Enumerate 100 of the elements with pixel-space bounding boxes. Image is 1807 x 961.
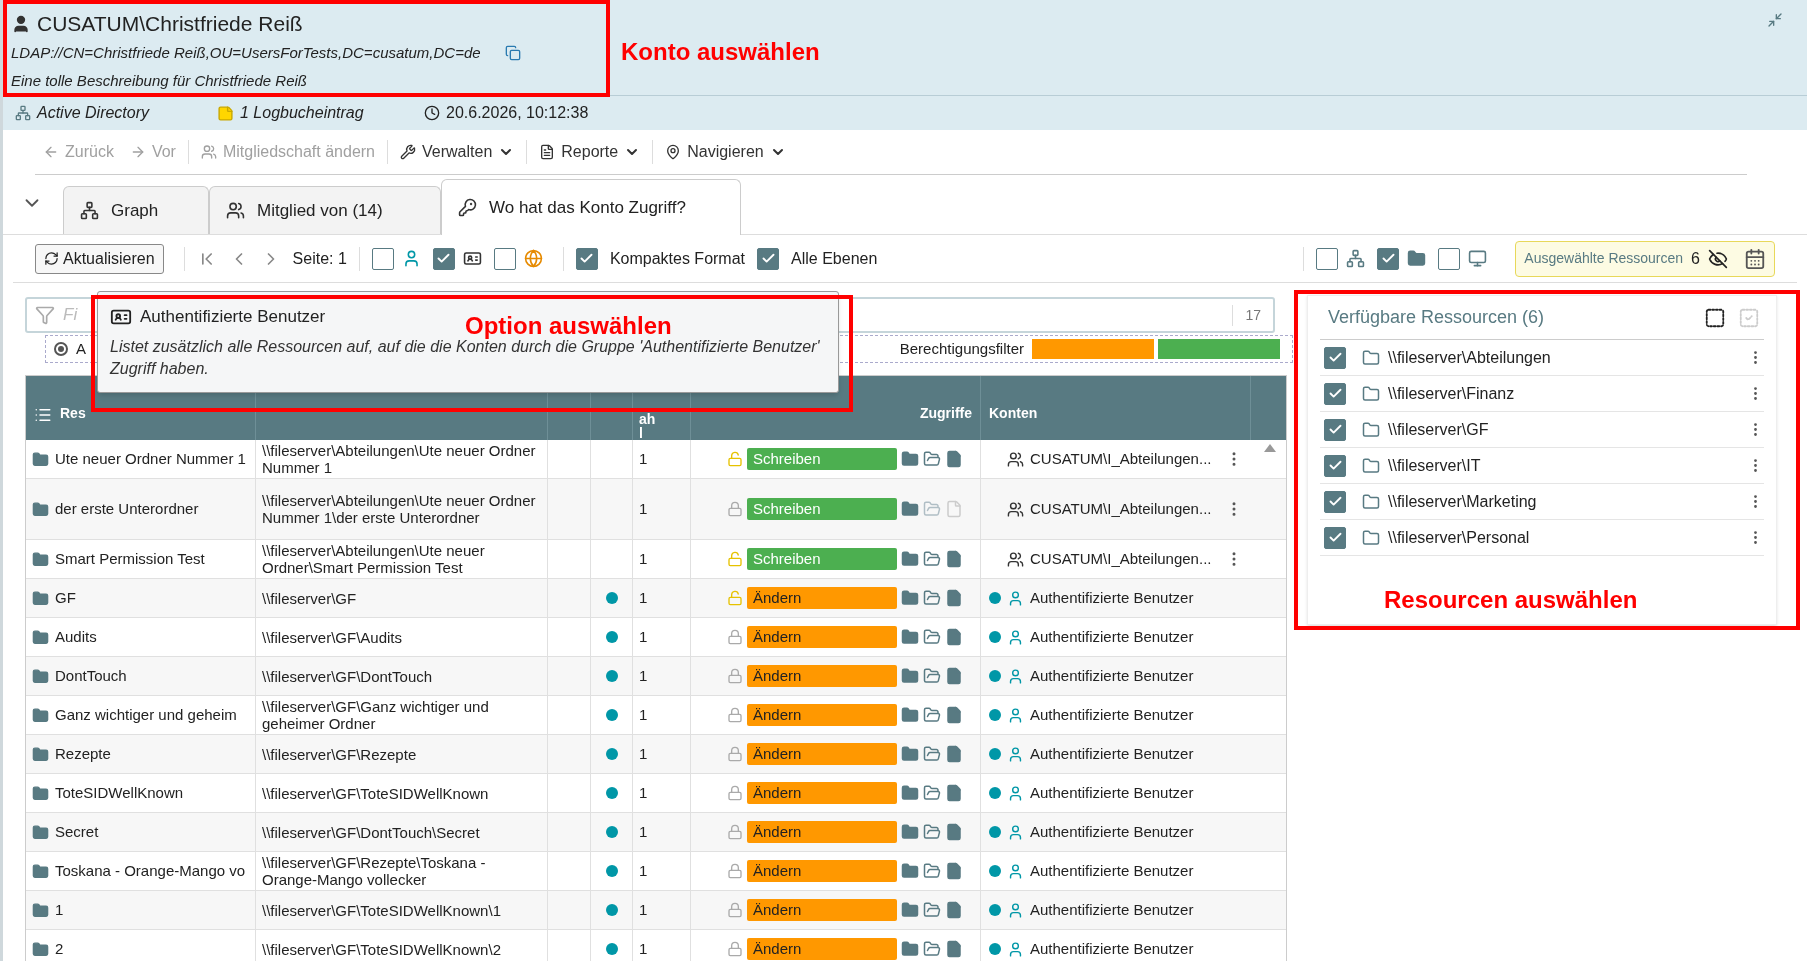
- resource-label: \\fileserver\Finanz: [1388, 383, 1515, 404]
- users-icon: [1007, 450, 1024, 468]
- count-text: 1: [639, 860, 648, 881]
- checkbox[interactable]: [1324, 346, 1346, 369]
- description-text: Eine tolle Beschreibung für Christfriede Reiß: [11, 71, 308, 91]
- path-text: \\fileserver\GF\DontTouch\Secret: [262, 823, 480, 841]
- radio-button[interactable]: [54, 342, 68, 356]
- file-icon: [945, 550, 963, 568]
- resource-item[interactable]: \\fileserver\Abteilungen: [1320, 340, 1764, 376]
- users-icon: [1007, 500, 1024, 518]
- resource-name: Audits: [55, 626, 97, 647]
- access-bar: Ändern: [747, 938, 897, 960]
- checkbox[interactable]: [432, 247, 455, 270]
- resource-item[interactable]: \\fileserver\Marketing: [1320, 484, 1764, 520]
- badge-label: Ausgewählte Ressourcen: [1524, 249, 1684, 268]
- file-icon: [945, 450, 963, 468]
- tab[interactable]: Mitglied von (14): [209, 186, 441, 234]
- arrow-left-icon: [43, 144, 59, 160]
- collapse-icon[interactable]: [1767, 12, 1783, 28]
- tab[interactable]: Graph: [63, 186, 209, 234]
- account-title: CUSATUM\Christfriede Reiß: [37, 11, 303, 37]
- account-name: Authentifizierte Benutzer: [1030, 743, 1194, 764]
- resource-item[interactable]: \\fileserver\GF: [1320, 412, 1764, 448]
- select-all-icon[interactable]: [1704, 306, 1726, 329]
- count-text: 1: [639, 548, 648, 569]
- resource-item[interactable]: \\fileserver\IT: [1320, 448, 1764, 484]
- tooltip-title: Authentifizierte Benutzer: [140, 306, 326, 328]
- user-icon: [1007, 862, 1024, 880]
- checkbox[interactable]: [757, 247, 780, 270]
- folder-icon: [32, 823, 49, 841]
- monitor-icon: [1468, 249, 1488, 268]
- id-card-icon: [462, 249, 482, 268]
- count-text: 1: [639, 782, 648, 803]
- account-name: Authentifizierte Benutzer: [1030, 665, 1194, 686]
- checkbox[interactable]: [1324, 490, 1346, 513]
- eye-off-icon[interactable]: [1708, 248, 1728, 269]
- timestamp-text: 20.6.2026, 10:12:38: [446, 103, 589, 123]
- checkbox[interactable]: [1324, 526, 1346, 549]
- toolbar-button[interactable]: Reporte: [531, 140, 649, 164]
- count-text: 1: [639, 587, 648, 608]
- account-name: Authentifizierte Benutzer: [1030, 704, 1194, 725]
- list-icon: [34, 406, 52, 424]
- resource-item[interactable]: \\fileserver\Personal: [1320, 520, 1764, 556]
- check-icon: [1327, 494, 1343, 509]
- resource-name: Ganz wichtiger und geheim: [55, 704, 237, 725]
- checkbox[interactable]: [1377, 247, 1400, 270]
- resource-name: der erste Unterordner: [55, 498, 199, 519]
- scroll-up-icon[interactable]: [1263, 444, 1276, 452]
- refresh-icon: [44, 251, 59, 266]
- checkbox[interactable]: [1438, 247, 1461, 270]
- resource-label: \\fileserver\Abteilungen: [1388, 347, 1551, 368]
- count-text: 1: [639, 899, 648, 920]
- column-header: Res: [60, 404, 86, 423]
- selected-resources-badge[interactable]: Ausgewählte Ressourcen 6: [1515, 240, 1775, 277]
- checkbox[interactable]: [1324, 382, 1346, 405]
- folder-icon: [32, 862, 49, 880]
- copy-icon[interactable]: [504, 44, 521, 61]
- annotation-label: Konto auswählen: [621, 37, 820, 67]
- checkbox-label: Alle Ebenen: [791, 248, 878, 269]
- annotation-label: Resourcen auswählen: [1384, 585, 1638, 615]
- folder-icon: [901, 589, 919, 607]
- check-icon: [1327, 458, 1343, 473]
- wrench-icon: [400, 144, 416, 160]
- resource-item[interactable]: \\fileserver\Finanz: [1320, 376, 1764, 412]
- resource-name: 1: [55, 899, 64, 920]
- folder-icon: [32, 940, 49, 958]
- folder-icon: [32, 745, 49, 763]
- folder-icon: [32, 784, 49, 802]
- folder-icon: [1407, 249, 1427, 268]
- refresh-button[interactable]: Aktualisieren: [35, 243, 164, 274]
- folder-icon: [32, 901, 49, 919]
- checkbox[interactable]: [493, 247, 516, 270]
- access-bar: Ändern: [747, 704, 897, 726]
- resource-name: DontTouch: [55, 665, 127, 686]
- tab[interactable]: Wo hat das Konto Zugriff?: [441, 179, 741, 235]
- resource-name: GF: [55, 587, 76, 608]
- checkbox[interactable]: [575, 247, 598, 270]
- toolbar-button[interactable]: Navigieren: [657, 140, 794, 164]
- folder-icon: [32, 500, 49, 518]
- access-bar: Ändern: [747, 665, 897, 687]
- account-name: CUSATUM\I_Abteilungen...: [1030, 448, 1212, 469]
- calendar-icon[interactable]: [1744, 247, 1766, 270]
- users-icon: [226, 201, 245, 220]
- access-bar: Schreiben: [747, 448, 897, 470]
- account-name: Authentifizierte Benutzer: [1030, 938, 1194, 959]
- log-entry-link[interactable]: 1 Logbucheintrag: [240, 101, 424, 125]
- resource-label: \\fileserver\Marketing: [1388, 491, 1537, 512]
- folder-icon: [901, 940, 919, 958]
- checkbox[interactable]: [371, 247, 394, 270]
- path-text: \\fileserver\GF: [262, 589, 357, 607]
- checkbox[interactable]: [1324, 418, 1346, 441]
- checkbox[interactable]: [1316, 247, 1339, 270]
- access-bar: Ändern: [747, 743, 897, 765]
- file-icon: [945, 589, 963, 607]
- toolbar-button[interactable]: Verwalten: [392, 140, 523, 164]
- folder-icon: [32, 589, 49, 607]
- folder-icon: [901, 500, 919, 518]
- user-icon: [1007, 745, 1024, 763]
- checkbox[interactable]: [1324, 454, 1346, 477]
- check-icon: [436, 251, 452, 266]
